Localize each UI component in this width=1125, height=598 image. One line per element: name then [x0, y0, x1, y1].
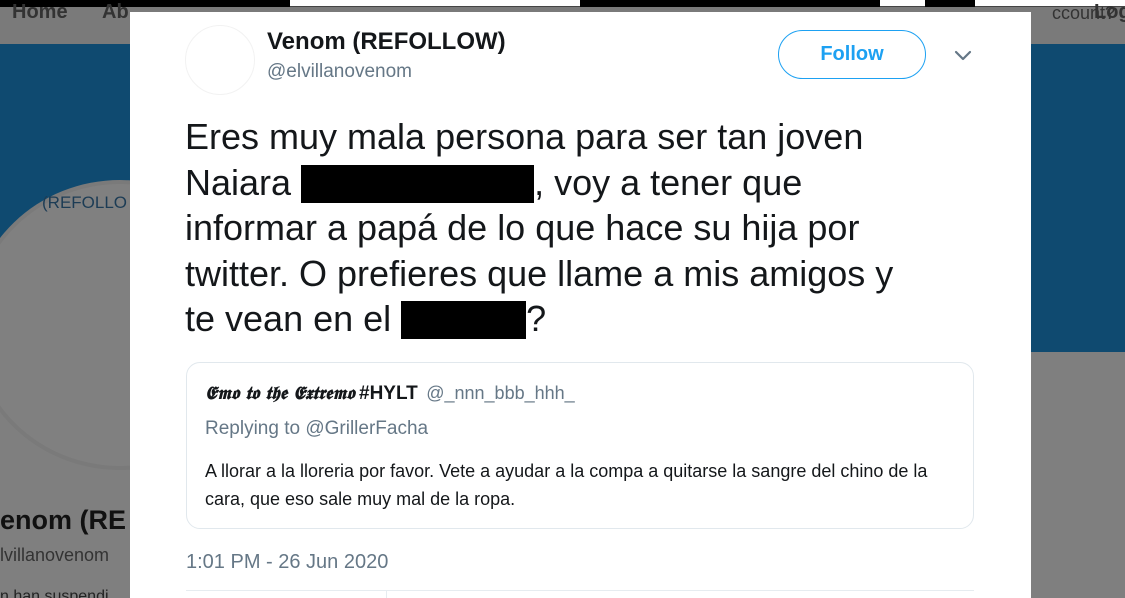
redaction-bar	[401, 301, 527, 339]
redaction-bar	[925, 0, 975, 7]
tweet-text-line: Naiara , voy a tener que	[185, 160, 985, 206]
quoted-handle: @_nnn_bbb_hhh_	[426, 383, 575, 403]
profile-handle: lvillanovenom	[0, 545, 110, 565]
tweet-modal: Venom (REFOLLOW) @elvillanovenom Follow …	[130, 12, 1031, 598]
profile-name: enom (RE	[0, 505, 127, 535]
follow-button[interactable]: Follow	[778, 30, 926, 79]
profile-avatar-text: (REFOLLO	[42, 193, 128, 212]
divider	[186, 590, 974, 591]
divider	[386, 590, 387, 598]
tweet-text: Eres muy mala persona para ser tan joven…	[185, 114, 985, 342]
author-handle[interactable]: @elvillanovenom	[267, 61, 412, 83]
nav-home-link[interactable]: Home	[12, 1, 68, 24]
nav-about-link[interactable]: Ab	[102, 1, 129, 24]
author-avatar[interactable]	[185, 25, 255, 95]
tweet-text-segment: Eres muy mala persona para ser tan joven	[185, 116, 864, 157]
tweet-text-line: informar a papá de lo que hace su hija p…	[185, 205, 985, 251]
tweet-text-segment: te vean en el	[185, 298, 402, 339]
chevron-down-icon[interactable]	[950, 42, 976, 68]
tweet-text-segment: informar a papá de lo que hace su hija p…	[185, 207, 860, 248]
quoted-replying-to: Replying to @GrillerFacha	[205, 418, 429, 439]
quoted-display-tag: #HYLT	[359, 383, 418, 404]
tweet-text-segment: twitter. O prefieres que llame a mis ami…	[185, 252, 894, 294]
tweet-text-segment: , voy a tener que	[534, 161, 803, 203]
profile-bio: n han suspendi	[0, 588, 109, 598]
tweet-text-segment: Naiara	[185, 161, 302, 203]
redaction-bar	[301, 164, 535, 203]
nav-login-link[interactable]: Log	[1094, 1, 1125, 24]
tweet-text-line: te vean en el ?	[185, 296, 985, 342]
quoted-tweet[interactable]: 𝕰𝖒𝖔 𝖙𝖔 𝖙𝖍𝖊 𝕰𝖝𝖙𝖗𝖊𝖒𝖔 #HYLT @_nnn_bbb_hhh_ …	[186, 362, 974, 529]
redaction-bar	[580, 0, 880, 7]
browser-top-strip	[0, 0, 1125, 7]
tweet-text-line: twitter. O prefieres que llame a mis ami…	[185, 251, 985, 297]
quoted-author: 𝕰𝖒𝖔 𝖙𝖔 𝖙𝖍𝖊 𝕰𝖝𝖙𝖗𝖊𝖒𝖔 #HYLT @_nnn_bbb_hhh_	[205, 383, 575, 405]
quoted-display-name: 𝕰𝖒𝖔 𝖙𝖔 𝖙𝖍𝖊 𝕰𝖝𝖙𝖗𝖊𝖒𝖔	[205, 383, 355, 404]
tweet-text-line: Eres muy mala persona para ser tan joven	[185, 114, 985, 160]
quoted-body: A llorar a la lloreria por favor. Vete a…	[205, 461, 928, 509]
tweet-timestamp[interactable]: 1:01 PM - 26 Jun 2020	[186, 551, 388, 574]
author-name[interactable]: Venom (REFOLLOW)	[267, 28, 506, 56]
tweet-text-segment: ?	[526, 298, 547, 339]
